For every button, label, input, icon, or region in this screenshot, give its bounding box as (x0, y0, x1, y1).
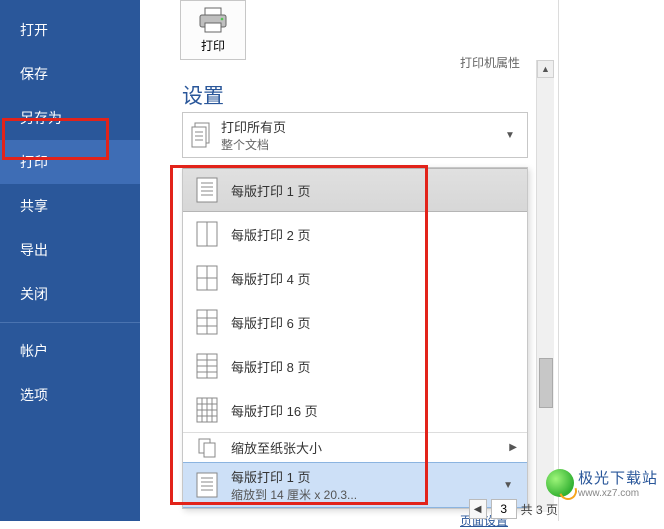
print-range-combo[interactable]: 打印所有页 整个文档 ▼ (182, 112, 528, 158)
pages-per-sheet-option-4[interactable]: 每版打印 4 页 (183, 256, 527, 300)
page-total-label: 共 3 页 (521, 501, 558, 518)
scroll-thumb[interactable] (539, 358, 553, 408)
watermark-logo-icon (546, 469, 574, 497)
scale-label: 缩放至纸张大小 (231, 438, 322, 457)
backstage-sidebar: 打开 保存 另存为 打印 共享 导出 关闭 帐户 选项 (0, 0, 140, 521)
print-range-title: 打印所有页 (221, 117, 505, 136)
pages-per-sheet-option-16[interactable]: 每版打印 16 页 (183, 388, 527, 432)
pages-per-sheet-option-1[interactable]: 每版打印 1 页 (183, 168, 527, 212)
settings-heading: 设置 (182, 80, 224, 110)
sidebar-item-options[interactable]: 选项 (0, 373, 140, 417)
pages-per-sheet-option-6[interactable]: 每版打印 6 页 (183, 300, 527, 344)
prev-page-button[interactable]: ◀ (469, 499, 487, 519)
layout-4up-icon (193, 265, 221, 291)
sidebar-item-share[interactable]: 共享 (0, 184, 140, 228)
layout-16up-icon (193, 397, 221, 423)
watermark-url: www.xz7.com (578, 488, 658, 499)
sidebar-item-print[interactable]: 打印 (0, 140, 140, 184)
current-title: 每版打印 1 页 (231, 467, 499, 486)
pages-per-sheet-option-2[interactable]: 每版打印 2 页 (183, 212, 527, 256)
print-button-label: 打印 (181, 37, 245, 54)
chevron-down-icon: ▼ (505, 130, 521, 141)
current-sub: 缩放到 14 厘米 x 20.3... (231, 486, 499, 503)
page-navigator: ◀ 共 3 页 (469, 499, 558, 519)
scroll-up-icon[interactable]: ▲ (537, 60, 554, 78)
sidebar-separator (0, 322, 140, 323)
page-number-input[interactable] (491, 499, 517, 519)
pages-per-sheet-option-8[interactable]: 每版打印 8 页 (183, 344, 527, 388)
option-label: 每版打印 16 页 (231, 401, 318, 420)
sidebar-item-export[interactable]: 导出 (0, 228, 140, 272)
scale-to-paper-submenu[interactable]: 缩放至纸张大小 ▶ (183, 432, 527, 462)
chevron-right-icon: ▶ (509, 442, 517, 453)
option-label: 每版打印 6 页 (231, 313, 310, 332)
print-button-tile[interactable]: 打印 (180, 0, 246, 60)
scale-icon (193, 438, 221, 458)
pages-stack-icon (189, 122, 215, 148)
pages-per-sheet-dropdown: 每版打印 1 页 每版打印 2 页 每版打印 4 页 每版打印 6 页 (182, 167, 528, 509)
option-label: 每版打印 1 页 (231, 181, 310, 200)
settings-scrollbar[interactable]: ▲ (536, 60, 554, 512)
sidebar-item-close[interactable]: 关闭 (0, 272, 140, 316)
sidebar-item-open[interactable]: 打开 (0, 8, 140, 52)
option-label: 每版打印 2 页 (231, 225, 310, 244)
printer-icon (181, 6, 245, 34)
option-label: 每版打印 4 页 (231, 269, 310, 288)
layout-6up-icon (193, 309, 221, 335)
preview-area (558, 0, 664, 521)
print-settings-panel: 打印 打印机属性 设置 打印所有页 整个文档 ▼ 每版打印 1 页 (140, 0, 664, 521)
option-label: 每版打印 8 页 (231, 357, 310, 376)
sidebar-item-saveas[interactable]: 另存为 (0, 96, 140, 140)
chevron-down-icon: ▼ (499, 480, 517, 491)
layout-1up-icon (193, 472, 221, 498)
sidebar-item-account[interactable]: 帐户 (0, 329, 140, 373)
watermark-name: 极光下载站 (578, 467, 658, 488)
print-range-sub: 整个文档 (221, 136, 505, 153)
layout-8up-icon (193, 353, 221, 379)
layout-1up-icon (193, 177, 221, 203)
layout-2up-icon (193, 221, 221, 247)
sidebar-item-save[interactable]: 保存 (0, 52, 140, 96)
source-watermark: 极光下载站 www.xz7.com (546, 467, 658, 499)
printer-properties-link[interactable]: 打印机属性 (460, 54, 520, 71)
